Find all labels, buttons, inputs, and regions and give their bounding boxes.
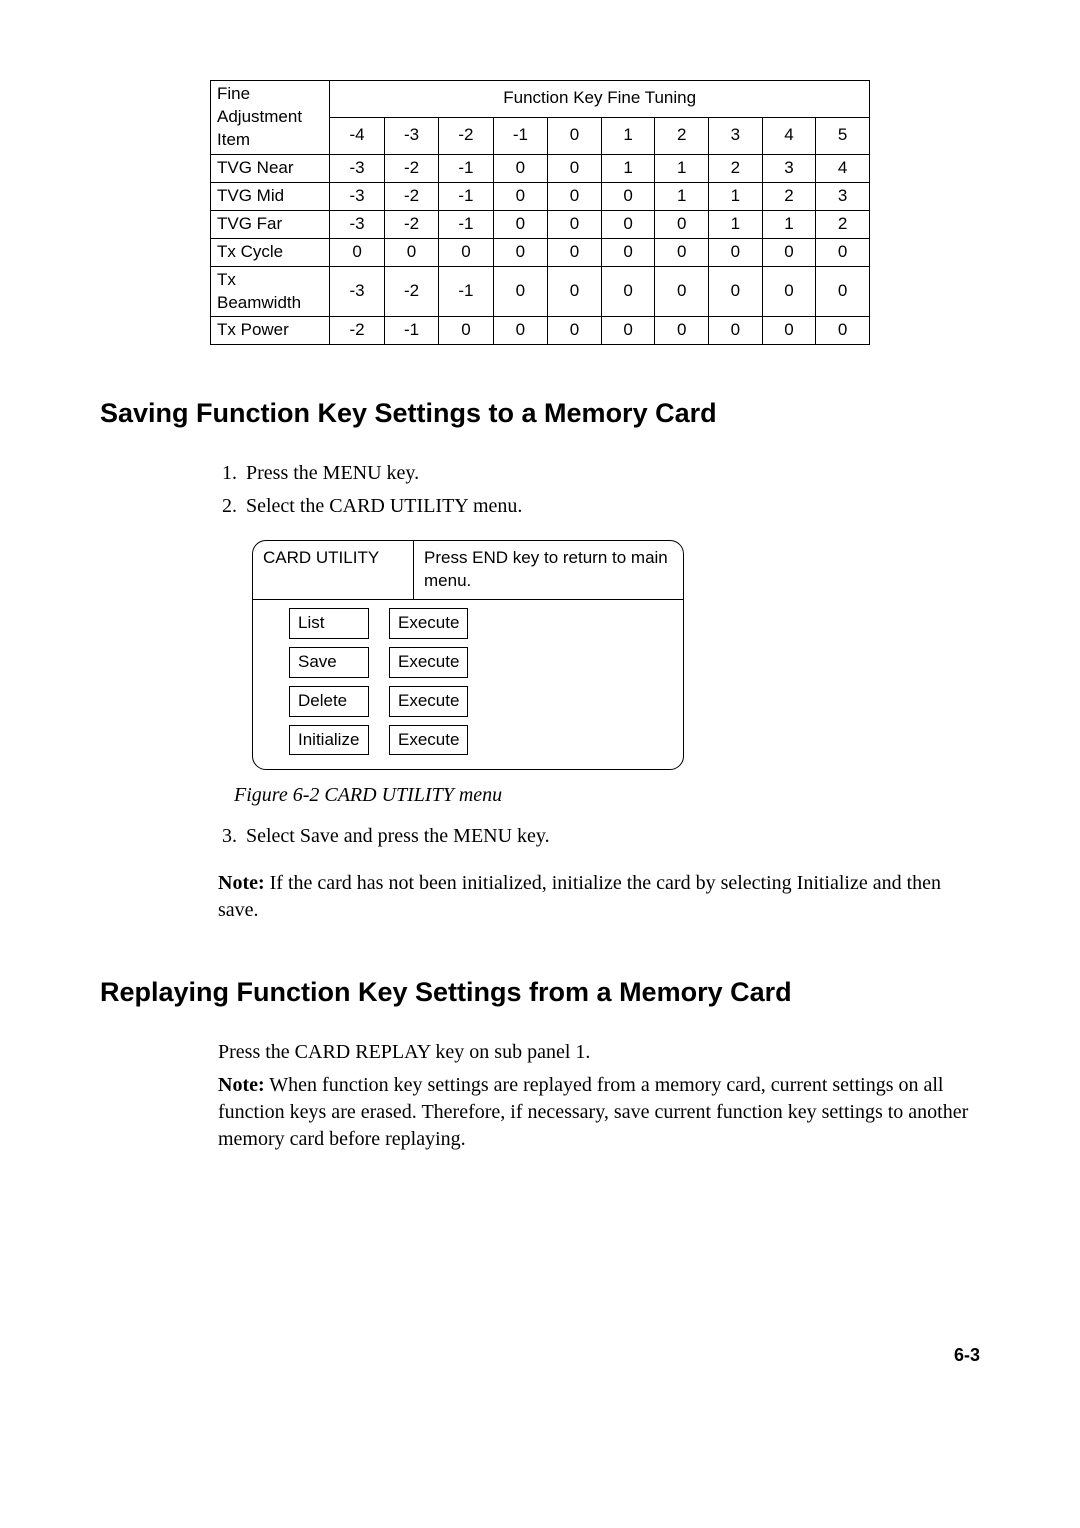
col-header: 2 — [655, 117, 709, 154]
row-label: Tx Power — [211, 317, 330, 345]
note-text: If the card has not been initialized, in… — [218, 872, 941, 921]
note-label: Note: — [218, 1074, 265, 1096]
step-3: Select Save and press the MENU key. — [242, 823, 980, 850]
row-label: TVG Far — [211, 210, 330, 238]
menu-item-list: List — [289, 608, 369, 639]
row-header-line: Adjustment — [217, 107, 302, 126]
step-1: Press the MENU key. — [242, 460, 980, 487]
menu-item-initialize: Initialize — [289, 725, 369, 756]
row-label: Tx Beamwidth — [211, 266, 330, 317]
col-header: -3 — [384, 117, 438, 154]
note-text: When function key settings are replayed … — [218, 1074, 968, 1150]
page-number: 6-3 — [100, 1343, 980, 1367]
execute-label: Execute — [389, 725, 468, 756]
col-header: 3 — [709, 117, 763, 154]
card-utility-menu: CARD UTILITY Press END key to return to … — [252, 540, 684, 771]
menu-item-save: Save — [289, 647, 369, 678]
table-row: Tx Cycle 0 0 0 0 0 0 0 0 0 0 — [211, 238, 870, 266]
table-row: Tx Beamwidth -3 -2 -1 0 0 0 0 0 0 0 — [211, 266, 870, 317]
replaying-text: Press the CARD REPLAY key on sub panel 1… — [218, 1039, 980, 1066]
card-utility-title: CARD UTILITY — [253, 541, 414, 599]
row-label: TVG Near — [211, 154, 330, 182]
col-header: -4 — [330, 117, 384, 154]
card-utility-hint: Press END key to return to main menu. — [414, 541, 683, 599]
heading-replaying: Replaying Function Key Settings from a M… — [100, 974, 980, 1010]
col-header: -2 — [439, 117, 493, 154]
saving-note: Note: If the card has not been initializ… — [218, 870, 980, 924]
row-label: TVG Mid — [211, 182, 330, 210]
heading-saving: Saving Function Key Settings to a Memory… — [100, 395, 980, 431]
table-title: Function Key Fine Tuning — [330, 81, 870, 118]
row-header-line: Item — [217, 130, 250, 149]
col-header: -1 — [493, 117, 547, 154]
execute-label: Execute — [389, 608, 468, 639]
col-header: 4 — [762, 117, 816, 154]
table-row: TVG Mid -3 -2 -1 0 0 0 1 1 2 3 — [211, 182, 870, 210]
row-label: Tx Cycle — [211, 238, 330, 266]
col-header: 0 — [548, 117, 602, 154]
replaying-note: Note: When function key settings are rep… — [218, 1072, 980, 1153]
col-header: 5 — [816, 117, 870, 154]
fine-tuning-table: Fine Adjustment Item Function Key Fine T… — [210, 80, 870, 345]
col-header: 1 — [601, 117, 655, 154]
table-row: Tx Power -2 -1 0 0 0 0 0 0 0 0 — [211, 317, 870, 345]
note-label: Note: — [218, 872, 265, 894]
step-2: Select the CARD UTILITY menu. — [242, 493, 980, 520]
table-row: TVG Far -3 -2 -1 0 0 0 0 1 1 2 — [211, 210, 870, 238]
figure-caption: Figure 6-2 CARD UTILITY menu — [234, 782, 980, 809]
execute-label: Execute — [389, 647, 468, 678]
execute-label: Execute — [389, 686, 468, 717]
table-row: TVG Near -3 -2 -1 0 0 1 1 2 3 4 — [211, 154, 870, 182]
row-header-line: Fine — [217, 84, 250, 103]
menu-item-delete: Delete — [289, 686, 369, 717]
